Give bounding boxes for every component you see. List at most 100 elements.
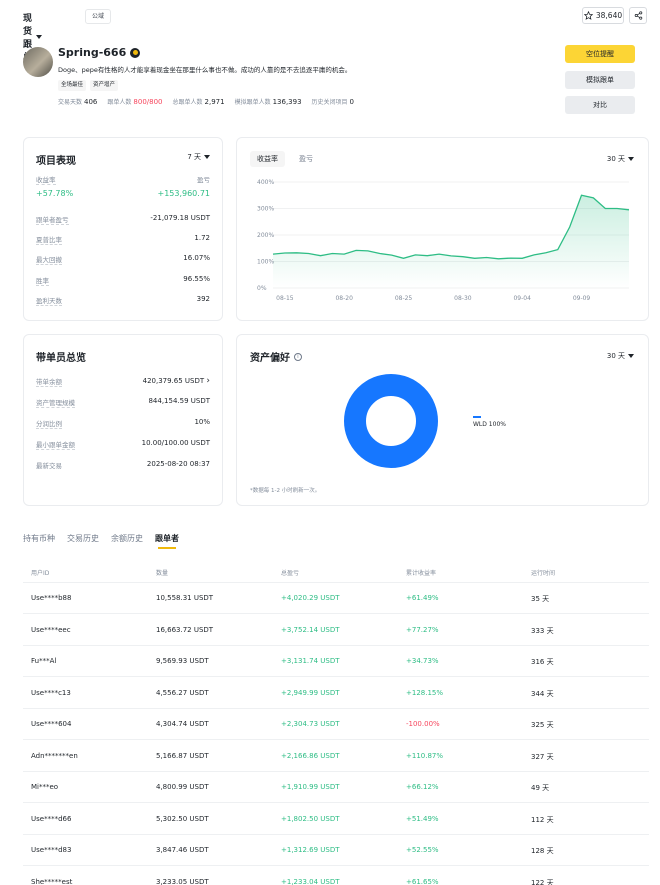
tab-balance-history[interactable]: 余额历史	[111, 533, 143, 544]
trader-tag: 全场最佳	[58, 80, 87, 91]
donut-slice-wld	[344, 374, 438, 468]
table-row: Adn*******en 5,166.87 USDT +2,166.86 USDT +…	[23, 741, 649, 772]
table-header: 用户ID 数量 总盈亏 累计收益率 运行时间	[31, 570, 556, 577]
caret-down-icon	[628, 157, 634, 161]
roi-area	[273, 195, 629, 288]
stat-mock-copiers: 模拟跟单人数 136,393	[234, 98, 302, 106]
metric-row: 夏普比率 1.72	[36, 234, 210, 245]
favorite-button[interactable]: 38,640	[582, 7, 624, 24]
leader-row: 最新交易 2025-08-20 08:37	[36, 460, 210, 470]
share-button[interactable]	[629, 7, 647, 24]
total-pnl-cell: +2,304.73 USDT	[281, 720, 340, 728]
chart-tab-pnl[interactable]: 盈亏	[292, 151, 320, 167]
leader-row[interactable]: 带单余额 420,379.65 USDT ›	[36, 376, 210, 387]
cumulative-roi-cell: +61.49%	[406, 594, 439, 602]
table-row: Use****eec 16,663.72 USDT +3,752.14 USDT +7…	[23, 615, 649, 646]
legend-label: WLD 100%	[473, 421, 506, 428]
mock-copy-button[interactable]: 模拟跟单	[565, 71, 635, 89]
leader-overview-card: 带单员总览 带单余额 420,379.65 USDT › 资产管理规模 844,1…	[23, 334, 223, 506]
stat-trade-days: 交易天数 406	[58, 98, 98, 106]
cumulative-roi-cell: +52.55%	[406, 846, 439, 854]
asset-title: 资产偏好	[250, 353, 290, 364]
table-row: Mi***eo 4,800.99 USDT +1,910.99 USDT +66.12…	[23, 772, 649, 803]
amount-cell: 3,233.05 USDT	[156, 877, 209, 885]
caret-down-icon	[36, 35, 43, 39]
amount-cell: 5,166.87 USDT	[156, 751, 209, 760]
runtime-cell: 112 天	[531, 815, 554, 824]
stat-total-copiers: 总跟单人数 2,971	[172, 98, 225, 106]
table-row: Use****604 4,304.74 USDT +2,304.73 USDT -10…	[23, 709, 649, 740]
runtime-cell: 316 天	[531, 658, 554, 666]
total-pnl-cell: +2,166.86 USDT	[281, 751, 340, 760]
asset-period-select[interactable]: 30 天	[607, 351, 634, 361]
performance-title: 项目表现	[36, 156, 76, 167]
cumulative-roi-cell: +61.65%	[406, 877, 439, 885]
table-row: Use****b88 10,558.31 USDT +4,020.29 USDT +6…	[23, 583, 649, 614]
tab-copiers[interactable]: 跟单者	[155, 533, 179, 549]
user-id-cell: Use****d83	[31, 846, 72, 854]
trader-name-row: Spring-666	[58, 46, 141, 59]
runtime-cell: 327 天	[531, 752, 554, 761]
verified-badge-icon	[130, 47, 141, 58]
cumulative-roi-cell: -100.00%	[406, 720, 440, 728]
x-tick-label: 08-15	[276, 295, 294, 302]
cumulative-roi-cell: +34.73%	[406, 657, 439, 665]
legend-swatch	[473, 416, 481, 418]
amount-cell: 4,304.74 USDT	[156, 720, 209, 728]
x-tick-label: 08-30	[454, 295, 472, 302]
runtime-cell: 333 天	[531, 626, 554, 635]
y-tick-label: 100%	[257, 259, 274, 266]
user-id-cell: Use****c13	[31, 688, 71, 697]
y-tick-label: 0%	[257, 285, 267, 292]
leader-row: 资产管理规模 844,154.59 USDT	[36, 397, 210, 408]
total-pnl-cell: +3,752.14 USDT	[281, 625, 340, 634]
refresh-note: *数据每 1-2 小时刷新一次。	[250, 488, 321, 494]
amount-cell: 10,558.31 USDT	[156, 594, 214, 602]
table-row: Use****c13 4,556.27 USDT +2,949.99 USDT +12…	[23, 678, 649, 709]
table-row: Fu***Al 9,569.93 USDT +3,131.74 USDT +34.73…	[23, 646, 649, 677]
metric-row: 跟单者盈亏 -21,079.18 USDT	[36, 214, 210, 225]
caret-down-icon	[204, 155, 210, 159]
tab-holdings[interactable]: 持有币种	[23, 533, 55, 544]
trader-stats: 交易天数 406 跟单人数 800/800 总跟单人数 2,971 模拟跟单人数 136…	[58, 97, 354, 106]
x-tick-label: 08-25	[395, 295, 413, 302]
amount-cell: 16,663.72 USDT	[156, 625, 214, 634]
chevron-right-icon: ›	[206, 376, 210, 386]
total-pnl-cell: +1,233.04 USDT	[281, 877, 340, 885]
slot-alert-button[interactable]: 空位提醒	[565, 45, 635, 63]
x-tick-label: 09-04	[513, 295, 531, 302]
detail-tabs: 持有币种 交易历史 余额历史 跟单者	[23, 533, 179, 549]
runtime-cell: 128 天	[531, 847, 554, 855]
info-icon[interactable]: i	[294, 352, 302, 361]
roi-value: +57.78%	[36, 189, 74, 198]
table-row: She*****est 3,233.05 USDT +1,233.04 USDT +6…	[23, 867, 649, 885]
leader-title: 带单员总览	[36, 353, 86, 364]
stat-copiers: 跟单人数 800/800	[107, 98, 163, 106]
runtime-cell: 35 天	[531, 595, 550, 603]
metric-row: 最大回撤 16.07%	[36, 254, 210, 265]
chart-tab-roi[interactable]: 收益率	[250, 151, 285, 167]
total-pnl-cell: +4,020.29 USDT	[281, 594, 340, 602]
asset-preference-card: 资产偏好 i 30 天 WLD 100% *数据每 1-2 小时刷新一次。	[236, 334, 649, 506]
total-pnl-cell: +2,949.99 USDT	[281, 688, 340, 697]
trader-bio: Doge、pepe有性格的人才能享着现金坐在那里什么事也不做。成功的人靠的是不去…	[58, 66, 352, 74]
chart-period-select[interactable]: 30 天	[607, 154, 634, 164]
user-id-cell: Mi***eo	[31, 783, 59, 791]
roi-chart-card: 收益率 盈亏 30 天 0% 100% 200% 300% 400% 08-15 08-20…	[236, 137, 649, 321]
table-row: Use****d83 3,847.46 USDT +1,312.69 USDT +52…	[23, 835, 649, 866]
favorite-count: 38,640	[595, 11, 623, 20]
x-tick-label: 09-09	[573, 295, 591, 302]
performance-period-select[interactable]: 7 天	[187, 152, 210, 162]
user-id-cell: Fu***Al	[31, 657, 57, 665]
leader-row: 最小跟单金额 10.00/100.00 USDT	[36, 439, 210, 450]
y-tick-label: 200%	[257, 232, 274, 239]
tab-trade-history[interactable]: 交易历史	[67, 533, 99, 544]
cumulative-roi-cell: +77.27%	[406, 625, 439, 634]
x-tick-label: 08-20	[335, 295, 353, 302]
stat-closed-projects: 历史关闭项目 0	[311, 98, 355, 106]
roi-line-chart: 0% 100% 200% 300% 400% 08-15 08-20 08-25 08-30 09…	[257, 179, 630, 302]
runtime-cell: 344 天	[531, 689, 554, 698]
amount-cell: 4,800.99 USDT	[156, 783, 209, 791]
compare-button[interactable]: 对比	[565, 96, 635, 114]
cumulative-roi-cell: +66.12%	[406, 783, 439, 791]
